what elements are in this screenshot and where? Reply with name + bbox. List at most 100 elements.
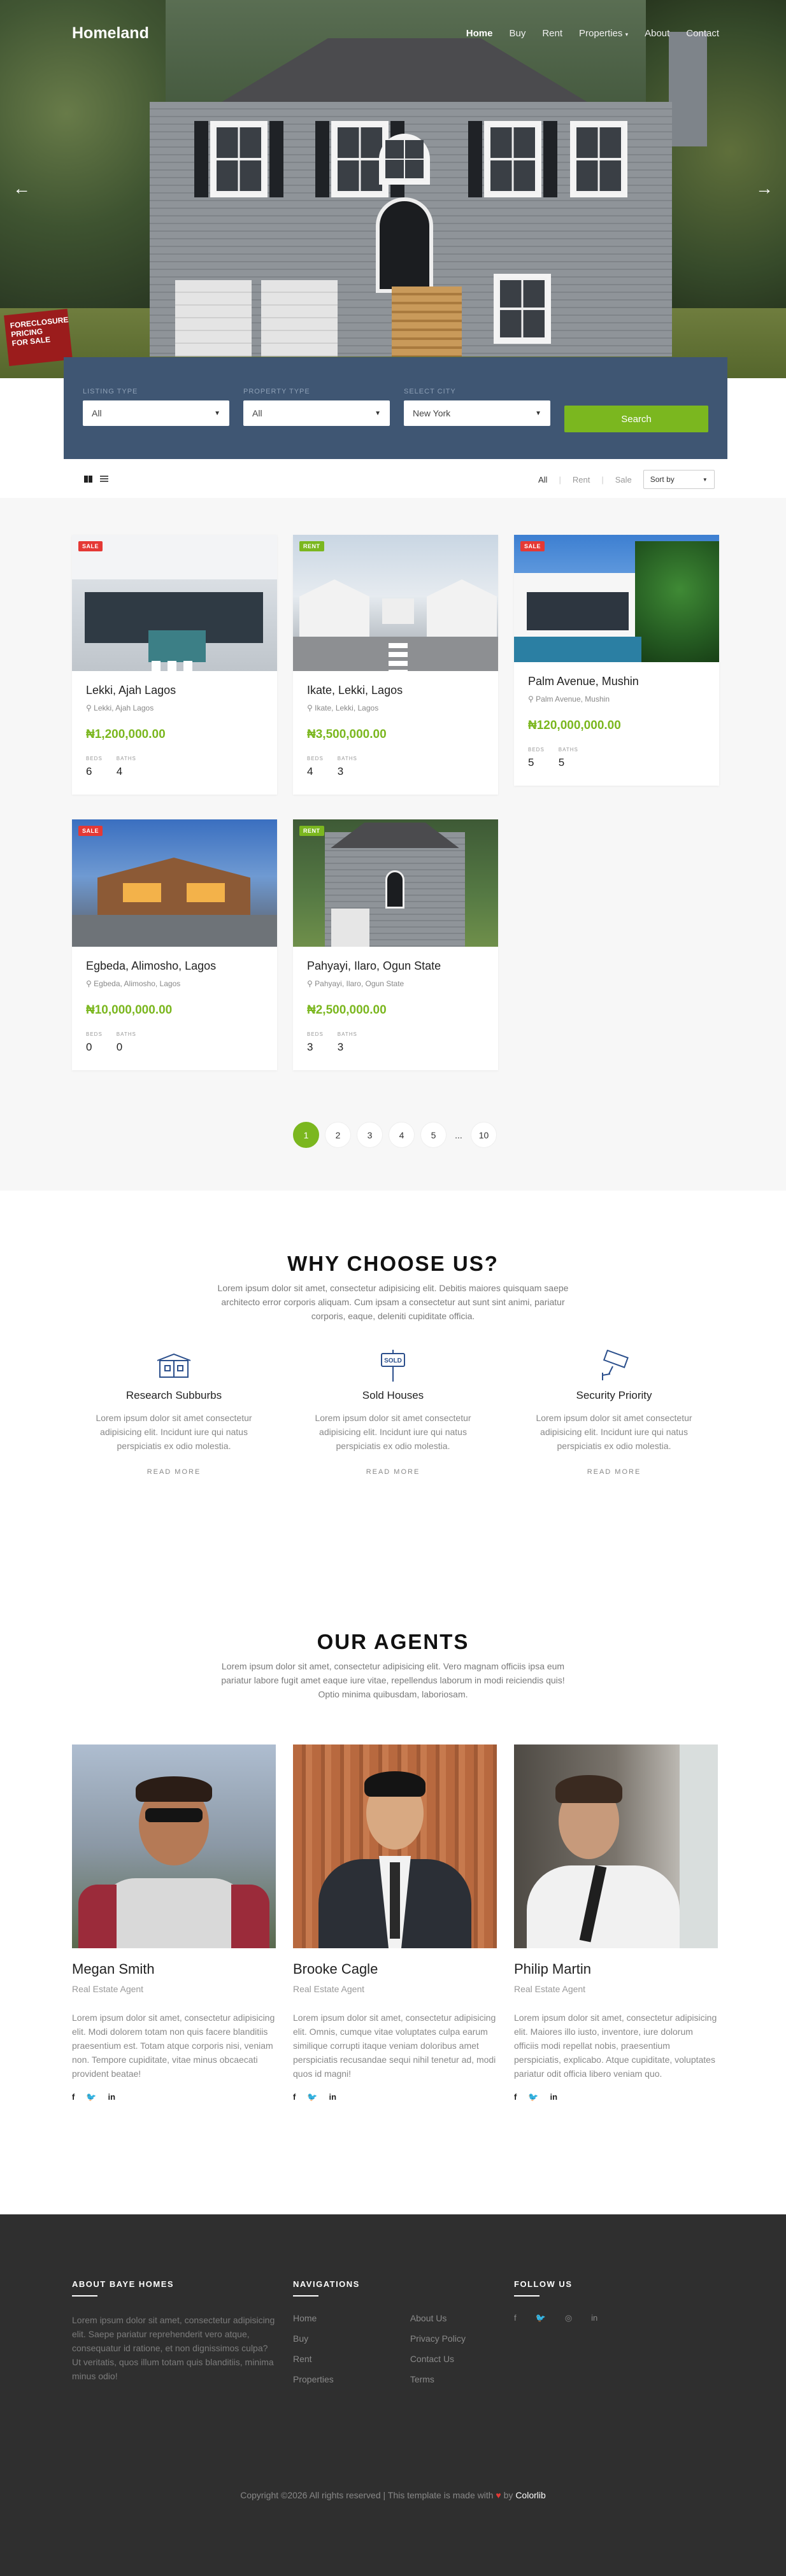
facebook-icon[interactable]: f [72,2092,75,2102]
nav-home[interactable]: Home [466,28,493,39]
property-card[interactable]: RENT Ikate, Lekki, Lagos ⚲ Ikate, Lekki,… [293,535,498,795]
status-badge: RENT [299,826,324,836]
facebook-icon[interactable]: f [514,2092,517,2102]
footer-link-contact[interactable]: Contact Us [410,2354,454,2364]
property-image[interactable]: SALE [72,535,277,671]
twitter-icon[interactable]: 🐦 [528,2092,538,2102]
agent-card: Philip Martin Real Estate Agent Lorem ip… [514,1744,718,2102]
footer-link-home[interactable]: Home [293,2313,317,2323]
brand-logo[interactable]: Homeland [72,24,149,43]
facebook-icon[interactable]: f [514,2313,517,2323]
slider-next-arrow-icon[interactable]: → [755,178,773,199]
nav-rent[interactable]: Rent [542,28,562,39]
footer-link-buy[interactable]: Buy [293,2333,308,2344]
listing-type-select[interactable]: All ▼ [83,400,229,426]
footer-link-terms[interactable]: Terms [410,2374,434,2384]
page-3-button[interactable]: 3 [357,1122,383,1148]
beds-value: 6 [86,765,92,777]
footer-rule [72,2295,97,2296]
agents-title: OUR AGENTS [317,1630,469,1653]
property-title[interactable]: Egbeda, Alimosho, Lagos [86,959,263,973]
facebook-icon[interactable]: f [293,2092,296,2102]
chevron-down-icon: ▼ [214,409,220,417]
page-5-button[interactable]: 5 [420,1122,447,1148]
property-card[interactable]: SALE Egbeda, Alimosho, Lagos ⚲ Egbeda, A… [72,819,277,1070]
baths-value: 3 [337,1041,344,1053]
feature-title: Research Subburbs [125,1389,222,1401]
baths-value: 5 [558,756,565,768]
svg-text:SOLD: SOLD [384,1357,402,1364]
property-image[interactable]: SALE [72,819,277,947]
list-view-icon[interactable] [100,476,109,483]
feature-sold: SOLD Sold Houses Lorem ipsum dolor sit a… [304,1348,482,1477]
sold-sign-icon: SOLD [304,1348,482,1383]
footer-rule [514,2295,539,2296]
linkedin-icon[interactable]: in [591,2313,597,2323]
property-type-select[interactable]: All ▼ [243,400,390,426]
agent-role: Real Estate Agent [293,1984,365,1994]
filter-sale[interactable]: Sale [615,475,632,485]
property-title[interactable]: Palm Avenue, Mushin [528,675,705,688]
footer-about: ABOUT BAYE HOMES Lorem ipsum dolor sit a… [72,2279,276,2383]
footer-about-title: ABOUT BAYE HOMES [72,2279,175,2289]
property-card[interactable]: SALE Palm Avenue, Mushin ⚲ Palm Avenue, … [514,535,719,786]
read-more-link[interactable]: READ MORE [147,1468,201,1476]
property-image[interactable]: RENT [293,819,498,947]
linkedin-icon[interactable]: in [329,2092,337,2102]
navbar: Homeland Home Buy Rent Properties ▾ Abou… [0,0,786,70]
copyright-text: Copyright ©2026 All rights reserved | Th… [240,2490,494,2500]
footer-nav-col1: Home Buy Rent Properties [293,2313,334,2395]
page-10-button[interactable]: 10 [471,1122,497,1148]
property-title[interactable]: Ikate, Lekki, Lagos [307,684,484,697]
twitter-icon[interactable]: 🐦 [536,2313,546,2323]
search-button[interactable]: Search [564,406,708,432]
filter-all[interactable]: All [538,475,547,485]
agent-card: Brooke Cagle Real Estate Agent Lorem ips… [293,1744,497,2102]
property-card[interactable]: SALE Lekki, Ajah Lagos ⚲ Lekki, Ajah Lag… [72,535,277,795]
hero-house-image [124,32,707,357]
twitter-icon[interactable]: 🐦 [86,2092,96,2102]
property-specs: BEDS 5 BATHS 5 [528,747,705,769]
linkedin-icon[interactable]: in [108,2092,116,2102]
grid-view-icon[interactable] [84,476,92,483]
view-toggle [84,474,109,486]
nav-properties[interactable]: Properties ▾ [579,28,628,39]
page-1-button[interactable]: 1 [293,1122,319,1148]
property-image[interactable]: SALE [514,535,719,662]
agent-role: Real Estate Agent [514,1984,586,1994]
footer-about-text: Lorem ipsum dolor sit amet, consectetur … [72,2315,275,2381]
footer-link-rent[interactable]: Rent [293,2354,312,2364]
filter-rent[interactable]: Rent [573,475,590,485]
baths-label: BATHS [337,756,357,761]
footer-link-about[interactable]: About Us [410,2313,447,2323]
instagram-icon[interactable]: ◎ [565,2313,572,2323]
property-location-text: Lekki, Ajah Lagos [94,704,154,712]
nav-buy[interactable]: Buy [509,28,525,39]
security-camera-icon [525,1348,703,1383]
chevron-down-icon: ▾ [625,31,629,38]
read-more-link[interactable]: READ MORE [366,1468,420,1476]
filter-divider: | [601,474,604,485]
city-select[interactable]: New York ▼ [404,400,550,426]
footer-link-properties[interactable]: Properties [293,2374,334,2384]
baths-spec: BATHS 3 [338,756,357,778]
property-image[interactable]: RENT [293,535,498,671]
property-card[interactable]: RENT Pahyayi, Ilaro, Ogun State ⚲ Pahyay… [293,819,498,1070]
listing-type-value: All [92,408,102,418]
colorlib-link[interactable]: Colorlib [515,2490,545,2500]
filter-divider: | [559,474,561,485]
twitter-icon[interactable]: 🐦 [307,2092,317,2102]
nav-about[interactable]: About [645,28,669,39]
footer-link-privacy[interactable]: Privacy Policy [410,2333,466,2344]
linkedin-icon[interactable]: in [550,2092,558,2102]
nav-contact[interactable]: Contact [686,28,719,39]
property-title[interactable]: Pahyayi, Ilaro, Ogun State [307,959,484,973]
beds-label: BEDS [86,756,103,761]
sort-select[interactable]: Sort by ▼ [643,470,715,489]
page-2-button[interactable]: 2 [325,1122,351,1148]
page-4-button[interactable]: 4 [389,1122,415,1148]
read-more-link[interactable]: READ MORE [587,1468,641,1476]
slider-prev-arrow-icon[interactable]: ← [13,178,31,199]
property-title[interactable]: Lekki, Ajah Lagos [86,684,263,697]
agent-bio: Lorem ipsum dolor sit amet, consectetur … [514,2013,717,2079]
